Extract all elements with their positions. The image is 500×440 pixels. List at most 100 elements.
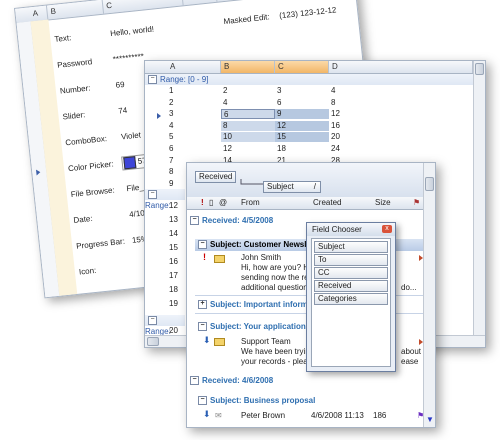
message-2-preview-line-1: We have been trying <box>241 347 315 356</box>
range-cell[interactable]: 6 <box>275 98 329 108</box>
collapse-icon[interactable]: − <box>198 396 207 406</box>
outlook-vertical-scrollbar[interactable]: ▼ <box>423 163 435 427</box>
icon-label: Icon: <box>78 265 97 277</box>
size-column-header[interactable]: Size <box>375 198 391 207</box>
range-group-label: Range: [0 - 9] <box>160 75 209 84</box>
range-cell[interactable]: 6 <box>167 144 221 154</box>
range-cell[interactable]: 4 <box>167 121 221 131</box>
range-cell[interactable]: 12 <box>221 144 275 154</box>
range-group-row-3[interactable]: −Range: <box>145 315 185 336</box>
range-cell[interactable]: 1 <box>167 86 221 96</box>
field-item-categories[interactable]: Categories <box>314 293 388 305</box>
range-cell[interactable]: 24 <box>329 144 383 154</box>
from-column-header[interactable]: From <box>241 198 260 207</box>
field-item-cc[interactable]: CC <box>314 267 388 279</box>
range-column-c[interactable]: C <box>275 61 329 73</box>
range-row-number: 17 <box>169 271 178 280</box>
scroll-left-icon[interactable] <box>147 337 159 346</box>
range-cell[interactable]: 3 <box>167 109 221 119</box>
range-cell[interactable]: 5 <box>167 132 221 142</box>
range-cell[interactable]: 12 <box>275 120 329 131</box>
field-item-subject[interactable]: Subject <box>314 241 388 253</box>
range-cell[interactable]: 8 <box>221 120 275 131</box>
range-cell[interactable]: 2 <box>167 98 221 108</box>
range-cell[interactable]: 18 <box>275 144 329 154</box>
range-group-row-2[interactable]: −Range: <box>145 189 185 210</box>
envelope-icon <box>214 338 225 346</box>
received-group-2[interactable]: − Received: 4/6/2008 <box>187 375 423 387</box>
range-cell[interactable]: 4 <box>329 86 383 96</box>
column-header-e[interactable]: E <box>215 0 274 2</box>
range-column-header: A B C D <box>145 61 485 74</box>
group-by-subject-chip[interactable]: Subject / <box>263 181 321 193</box>
message-2-preview-tail-2: ease <box>401 357 419 366</box>
range-cell[interactable]: 10 <box>221 132 275 143</box>
scroll-up-icon[interactable] <box>475 63 484 75</box>
column-header-d[interactable]: D <box>182 0 218 6</box>
slider-label: Slider: <box>62 110 86 122</box>
collapse-icon[interactable]: − <box>198 322 207 332</box>
field-chooser-list: Subject To CC Received Categories <box>311 238 391 367</box>
scroll-down-icon[interactable]: ▼ <box>426 415 434 424</box>
range-cell[interactable]: 2 <box>221 86 275 96</box>
subject-chip-label: Subject <box>267 182 294 191</box>
range-cell[interactable]: 20 <box>329 132 383 142</box>
range-cell[interactable]: 8 <box>329 98 383 108</box>
column-header-c[interactable]: C <box>102 0 184 14</box>
number-editor[interactable]: 69 <box>115 80 125 90</box>
field-item-to[interactable]: To <box>314 254 388 266</box>
password-editor[interactable]: ********** <box>112 52 144 64</box>
close-icon[interactable]: x <box>382 225 392 233</box>
scroll-thumb[interactable] <box>425 177 434 191</box>
low-importance-icon: ⬇ <box>203 409 211 419</box>
range-column-b[interactable]: B <box>221 61 275 73</box>
message-from-3[interactable]: Peter Brown <box>241 411 285 420</box>
number-label: Number: <box>59 83 91 96</box>
range-cell[interactable]: 15 <box>275 132 329 143</box>
importance-column-icon[interactable]: ! <box>201 198 204 207</box>
subject-group-business[interactable]: − Subject: Business proposal <box>195 395 423 407</box>
range-group-row[interactable]: − Range: [0 - 9] <box>145 74 473 85</box>
progress-bar-label: Progress Bar: <box>75 236 126 251</box>
range-cell[interactable]: 16 <box>329 121 383 131</box>
text-editor[interactable]: Hello, world! <box>110 25 155 39</box>
expand-icon[interactable]: + <box>198 300 207 310</box>
combobox-editor[interactable]: Violet <box>121 130 142 141</box>
attachment-column-icon[interactable]: ▯ <box>209 198 213 207</box>
text-label: Text: <box>54 33 72 44</box>
field-item-received[interactable]: Received <box>314 280 388 292</box>
date-label: Date: <box>73 213 94 225</box>
group-by-area[interactable]: Received Subject / <box>187 163 435 198</box>
range-cell[interactable]: 12 <box>329 109 383 119</box>
range-row-number: 15 <box>169 243 178 252</box>
message-2-preview-line-2: your records - please <box>241 357 317 366</box>
group-by-received-chip[interactable]: Received <box>195 171 237 183</box>
collapse-icon[interactable]: − <box>198 240 207 250</box>
masked-edit-editor[interactable]: (123) 123-12-12 <box>279 5 337 20</box>
message-from[interactable]: John Smith <box>241 253 281 262</box>
collapse-icon[interactable]: − <box>190 376 199 386</box>
range-cell[interactable]: 4 <box>221 98 275 108</box>
field-chooser-dialog: Field Chooser x Subject To CC Received C… <box>306 222 396 372</box>
collapse-icon[interactable]: − <box>148 316 157 326</box>
range-column-d[interactable]: D <box>329 61 473 73</box>
range-cell[interactable]: 3 <box>275 86 329 96</box>
flag-column-icon[interactable]: ⚑ <box>413 198 420 207</box>
password-label: Password <box>56 57 93 70</box>
collapse-icon[interactable]: − <box>148 190 157 200</box>
message-2-preview-tail-1: about <box>401 347 422 356</box>
message-column-header: ! ▯ @ From Created Size ⚑ <box>187 197 423 210</box>
range-vertical-scrollbar[interactable] <box>473 61 485 347</box>
paperclip-column-icon[interactable]: @ <box>219 198 227 207</box>
collapse-icon[interactable]: − <box>148 75 157 85</box>
range-cell[interactable]: 6 <box>221 109 275 120</box>
received-group-2-label: Received: 4/6/2008 <box>202 376 274 385</box>
message-from-2[interactable]: Support Team <box>241 337 291 346</box>
range-cell[interactable]: 9 <box>275 109 329 120</box>
range-column-a[interactable]: A <box>167 61 221 73</box>
created-column-header[interactable]: Created <box>313 198 341 207</box>
column-header-b[interactable]: B <box>46 0 105 20</box>
collapse-icon[interactable]: − <box>190 216 199 226</box>
slider-editor[interactable]: 74 <box>118 106 128 116</box>
combobox-label: ComboBox: <box>64 134 108 148</box>
